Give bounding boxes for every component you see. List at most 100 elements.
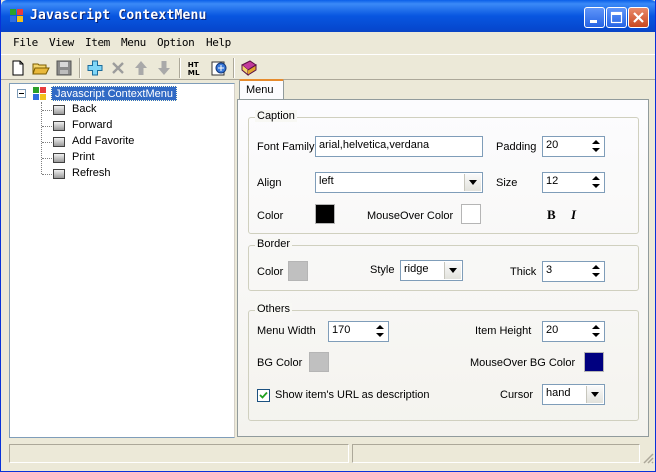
menu-width-label: Menu Width [257,325,316,337]
tab-menu[interactable]: Menu [239,79,284,100]
minimize-button[interactable] [584,7,605,28]
border-color-label: Color [257,266,284,278]
close-icon [633,12,644,23]
item-height-spinner[interactable]: 20 [542,321,605,342]
italic-button[interactable]: I [571,207,576,223]
align-select[interactable]: left [315,172,483,193]
preview-icon[interactable] [210,59,228,77]
new-file-icon[interactable] [9,59,27,77]
cursor-value: hand [546,387,571,399]
thick-label: Thick [510,266,537,278]
html-export-icon[interactable]: HT ML [186,59,206,77]
menu-width-spinner[interactable]: 170 [328,321,389,342]
toolbar-separator [179,58,181,78]
tree-item-label: Add Favorite [72,135,135,147]
padding-spinner[interactable]: 20 [542,136,605,157]
open-folder-icon[interactable] [32,59,50,77]
menu-menu[interactable]: Menu [121,36,146,49]
menu-root-icon [33,87,47,101]
spin-up-icon[interactable] [588,138,603,146]
spin-up-icon[interactable] [588,263,603,271]
spin-down-icon[interactable] [588,182,603,190]
size-spinner[interactable]: 12 [542,172,605,193]
tree-item-label: Print [72,151,95,163]
chevron-down-icon[interactable] [586,386,603,403]
mouseover-bg-color-label: MouseOver BG Color [470,357,576,369]
menu-item-icon [53,153,65,163]
font-family-input[interactable]: arial,helvetica,verdana [315,136,483,157]
spin-down-icon[interactable] [372,331,387,339]
menu-item-icon [53,169,65,179]
status-pane-main [9,444,349,463]
collapse-icon[interactable] [17,89,26,98]
toolbar-separator [233,58,235,78]
padding-label: Padding [496,141,537,153]
item-height-label: Item Height [475,325,532,337]
border-color-swatch[interactable] [288,261,308,281]
menu-width-value: 170 [332,324,351,336]
menu-item[interactable]: Item [85,36,110,49]
menu-tree[interactable]: Javascript ContextMenu Back Forward Add … [9,83,235,438]
tree-connector [42,158,52,159]
size-value: 12 [546,175,559,187]
chevron-down-icon[interactable] [464,174,481,191]
caption-group: Caption Font Family arial,helvetica,verd… [248,110,639,234]
status-bar [1,441,655,471]
thick-value: 3 [546,264,553,276]
border-group: Border Color Style ridge Thick 3 [248,238,639,291]
tree-item-label: Back [72,103,97,115]
bg-color-swatch[interactable] [309,352,329,372]
caption-color-label: Color [257,210,284,222]
spin-up-icon[interactable] [372,323,387,331]
resize-grip-icon[interactable] [642,452,654,464]
tree-root[interactable]: Javascript ContextMenu [51,86,177,101]
menu-view[interactable]: View [49,36,74,49]
move-down-icon[interactable] [155,59,173,77]
toolbar: HT ML [1,54,655,80]
spin-down-icon[interactable] [588,331,603,339]
add-item-icon[interactable] [86,59,104,77]
checkmark-icon [259,391,268,399]
cursor-select[interactable]: hand [542,384,605,405]
move-up-icon[interactable] [132,59,150,77]
menu-help[interactable]: Help [206,36,231,49]
spin-up-icon[interactable] [588,323,603,331]
minimize-icon [590,20,597,23]
tree-item-label: Refresh [72,167,111,179]
mouseover-bg-color-swatch[interactable] [584,352,604,372]
delete-item-icon[interactable] [109,59,127,77]
spin-down-icon[interactable] [588,146,603,154]
caption-color-swatch[interactable] [315,204,335,224]
size-label: Size [496,177,518,189]
tab-label: Menu [246,84,274,96]
spin-up-icon[interactable] [588,174,603,182]
close-button[interactable] [628,7,649,28]
menu-item-icon [53,105,65,115]
cursor-label: Cursor [500,389,534,401]
menu-file[interactable]: File [13,36,38,49]
maximize-button[interactable] [606,7,627,28]
others-group-title: Others [255,303,293,315]
bold-button[interactable]: B [547,207,556,223]
mouseover-color-swatch[interactable] [461,204,481,224]
tree-connector [42,142,52,143]
show-url-checkbox[interactable] [257,389,270,402]
spin-down-icon[interactable] [588,271,603,279]
thick-spinner[interactable]: 3 [542,261,605,282]
show-url-label[interactable]: Show item's URL as description [275,389,430,401]
help-book-icon[interactable] [240,59,258,77]
align-value: left [319,175,334,187]
tree-item-label: Forward [72,119,113,131]
save-icon[interactable] [55,59,73,77]
chevron-down-icon[interactable] [444,262,461,279]
menu-option[interactable]: Option [157,36,195,49]
title-bar[interactable]: Javascript ContextMenu [1,0,655,32]
app-logo-icon [10,9,24,23]
align-label: Align [257,177,282,189]
style-label: Style [370,264,395,276]
font-family-label: Font Family [257,141,315,153]
toolbar-separator [79,58,81,78]
mouseover-color-label: MouseOver Color [367,210,454,222]
item-height-value: 20 [546,324,559,336]
border-style-select[interactable]: ridge [400,260,463,281]
